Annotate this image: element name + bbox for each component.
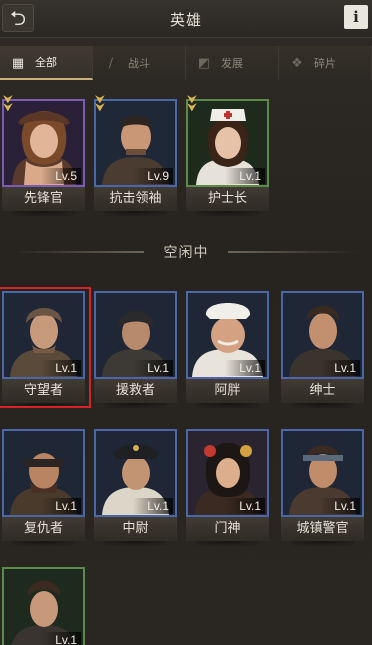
hero-portrait: Lv.1 xyxy=(186,429,269,517)
hero-portrait: Lv.1 xyxy=(94,429,177,517)
hero-level: Lv.1 xyxy=(320,498,360,514)
hero-level: Lv.1 xyxy=(320,360,360,376)
hero-portrait: Lv.1 xyxy=(94,291,177,379)
tab-label: 战斗 xyxy=(128,57,150,70)
tab-all[interactable]: ▦ 全部 xyxy=(0,46,93,80)
idle-section-divider: 空闲中 xyxy=(0,240,372,264)
hero-name: 复仇者 xyxy=(2,517,85,546)
hero-level: Lv.1 xyxy=(225,168,265,184)
grid-icon: ▦ xyxy=(11,55,25,71)
hero-level: Lv.1 xyxy=(41,498,81,514)
hero-name: 先锋官 xyxy=(2,187,85,216)
hero-portrait: Lv.1 xyxy=(2,429,85,517)
hero-level: Lv.1 xyxy=(41,360,81,376)
hero-name: 守望者 xyxy=(2,379,85,408)
hero-name: 阿胖 xyxy=(186,379,269,408)
tab-combat[interactable]: ∕ 战斗 xyxy=(93,46,186,80)
hero-filter-tabs: ▦ 全部 ∕ 战斗 ◩ 发展 ❖ 碎片 xyxy=(0,46,372,80)
hero-level: Lv.1 xyxy=(41,632,81,645)
hero-level: Lv.9 xyxy=(133,168,173,184)
hero-name: 城镇警官 xyxy=(281,517,364,546)
puzzle-icon: ❖ xyxy=(291,55,303,71)
hero-portrait: Lv.1 xyxy=(186,291,269,379)
heroes-screen: ⮌ 英雄 i ▦ 全部 ∕ 战斗 ◩ 发展 ❖ 碎片 Lv.5 ⮟ ⮟ 先锋官 … xyxy=(0,0,372,645)
chevron-rank-icon: ⮟ ⮟ xyxy=(94,92,106,114)
chevron-rank-icon: ⮟ ⮟ xyxy=(2,92,14,114)
hero-name: 门神 xyxy=(186,517,269,546)
header-bar: ⮌ 英雄 i xyxy=(0,0,372,38)
divider-line xyxy=(228,251,358,253)
hero-level: Lv.1 xyxy=(133,498,173,514)
chevron-rank-icon: ⮟ ⮟ xyxy=(186,92,198,114)
hero-level: Lv.5 xyxy=(41,168,81,184)
info-icon: i xyxy=(353,8,359,26)
hero-portrait: Lv.1 xyxy=(2,291,85,379)
chart-icon: ◩ xyxy=(197,55,211,71)
hero-name: 绅士 xyxy=(281,379,364,408)
knife-icon: ∕ xyxy=(108,55,114,71)
hero-name: 中尉 xyxy=(94,517,177,546)
hero-name: 援救者 xyxy=(94,379,177,408)
hero-level: Lv.1 xyxy=(225,360,265,376)
hero-portrait: Lv.1 xyxy=(2,567,85,645)
hero-name: 护士长 xyxy=(186,187,269,216)
page-title: 英雄 xyxy=(169,11,202,29)
hero-portrait: Lv.1 xyxy=(281,291,364,379)
hero-portrait: Lv.1 xyxy=(281,429,364,517)
tab-label: 碎片 xyxy=(314,57,336,70)
tab-label: 全部 xyxy=(35,56,57,69)
hero-level: Lv.1 xyxy=(133,360,173,376)
info-button[interactable]: i xyxy=(344,5,368,29)
hero-name: 抗击领袖 xyxy=(94,187,177,216)
tab-label: 发展 xyxy=(221,57,243,70)
tab-development[interactable]: ◩ 发展 xyxy=(186,46,279,80)
tab-fragments[interactable]: ❖ 碎片 xyxy=(279,46,372,80)
hero-level: Lv.1 xyxy=(225,498,265,514)
